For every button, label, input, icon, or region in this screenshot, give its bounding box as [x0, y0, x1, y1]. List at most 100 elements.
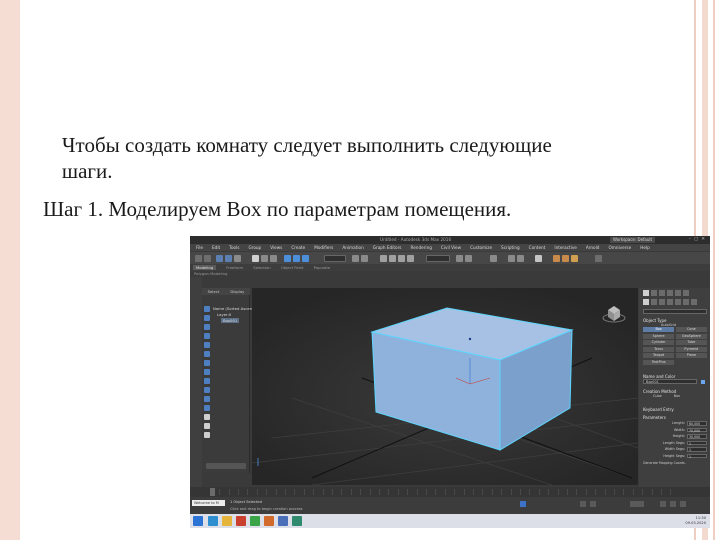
menu-views[interactable]: Views	[270, 245, 282, 250]
filter-frozen-icon[interactable]	[204, 396, 210, 402]
param-length-value[interactable]: 60,000	[687, 421, 707, 426]
3dsmax-taskbar-icon[interactable]	[292, 516, 302, 526]
filter-geometry-icon[interactable]	[204, 306, 210, 312]
word-icon[interactable]	[278, 516, 288, 526]
param-length-segs-value[interactable]: 1	[687, 440, 707, 445]
start-icon[interactable]	[193, 516, 203, 526]
pyramid-button[interactable]: Pyramid	[675, 346, 707, 352]
cameras-icon[interactable]	[667, 299, 673, 305]
lights-icon[interactable]	[659, 299, 665, 305]
menu-civil-view[interactable]: Civil View	[441, 245, 461, 250]
keyboard-entry-header[interactable]: Keyboard Entry	[643, 407, 707, 412]
reference-dropdown[interactable]	[324, 255, 346, 262]
filter-shapes-icon[interactable]	[204, 315, 210, 321]
percent-snap-icon[interactable]	[398, 255, 405, 262]
menu-group[interactable]: Group	[248, 245, 261, 250]
bind-spacewarp-icon[interactable]	[234, 255, 241, 262]
perspective-viewport[interactable]: [+] [Perspective ] [Standard ] [Default …	[252, 288, 638, 485]
cube-radio[interactable]: Cube	[653, 394, 662, 398]
menu-scripting[interactable]: Scripting	[501, 245, 520, 250]
menu-omniverse[interactable]: Omniverse	[608, 245, 631, 250]
tree-item-box[interactable]: Box001	[221, 318, 240, 323]
name-color-header[interactable]: Name and Color	[643, 374, 707, 379]
toolbar-extra-icon[interactable]	[595, 255, 602, 262]
menu-customize[interactable]: Customize	[470, 245, 492, 250]
tab-freeform[interactable]: Freeform	[226, 265, 243, 270]
geosphere-button[interactable]: GeoSphere	[675, 333, 707, 339]
ribbon-subtitle[interactable]: Polygon Modeling	[190, 271, 710, 277]
material-editor-icon[interactable]	[535, 255, 542, 262]
hierarchy-tab-icon[interactable]	[659, 290, 665, 296]
zoom-icon[interactable]	[660, 501, 666, 507]
tube-button[interactable]: Tube	[675, 340, 707, 345]
filter-groups-icon[interactable]	[204, 360, 210, 366]
plane-button[interactable]: Plane	[675, 353, 707, 358]
unlink-icon[interactable]	[225, 255, 232, 262]
menu-animation[interactable]: Animation	[342, 245, 363, 250]
redo-icon[interactable]	[204, 255, 211, 262]
media-icon[interactable]	[236, 516, 246, 526]
menu-create[interactable]: Create	[291, 245, 305, 250]
menu-file[interactable]: File	[196, 245, 203, 250]
sphere-button[interactable]: Sphere	[643, 333, 675, 339]
manipulate-icon[interactable]	[361, 255, 368, 262]
named-selection-dropdown[interactable]	[426, 255, 450, 262]
scale-icon[interactable]	[302, 255, 309, 262]
pivot-icon[interactable]	[352, 255, 359, 262]
time-slider-thumb[interactable]	[210, 488, 215, 496]
box-radio[interactable]: Box	[674, 394, 680, 398]
pan-icon[interactable]	[670, 501, 676, 507]
ie-icon[interactable]	[208, 516, 218, 526]
schematic-view-icon[interactable]	[517, 255, 524, 262]
torus-button[interactable]: Torus	[643, 346, 675, 352]
geometry-icon[interactable]	[643, 299, 649, 305]
create-tab-icon[interactable]	[643, 290, 649, 296]
filter-lights-icon[interactable]	[204, 324, 210, 330]
menu-graph-editors[interactable]: Graph Editors	[373, 245, 402, 250]
shapes-icon[interactable]	[651, 299, 657, 305]
spacewarps-icon[interactable]	[683, 299, 689, 305]
filter-containers-icon[interactable]	[204, 387, 210, 393]
orbit-icon[interactable]	[680, 501, 686, 507]
angle-snap-icon[interactable]	[389, 255, 396, 262]
link-icon[interactable]	[216, 255, 223, 262]
param-height-value[interactable]: 30,000	[687, 434, 707, 439]
param-height-segs-value[interactable]: 1	[687, 453, 707, 458]
tab-modeling[interactable]: Modeling	[193, 265, 217, 270]
maxscript-listener[interactable]: Welcome to M	[192, 500, 225, 506]
rotate-icon[interactable]	[293, 255, 300, 262]
menu-help[interactable]: Help	[640, 245, 650, 250]
param-width-value[interactable]: 70,000	[687, 427, 707, 432]
filter-none-icon[interactable]	[204, 423, 210, 429]
box-button[interactable]: Box	[643, 327, 675, 332]
play-button-icon[interactable]	[580, 501, 586, 507]
primitive-type-dropdown[interactable]	[643, 309, 707, 314]
window-controls[interactable]: –▢✕	[689, 237, 708, 242]
filter-helpers-icon[interactable]	[204, 342, 210, 348]
filter-xrefs-icon[interactable]	[204, 369, 210, 375]
tab-populate[interactable]: Populate	[314, 265, 331, 270]
spinner-snap-icon[interactable]	[407, 255, 414, 262]
undo-icon[interactable]	[195, 255, 202, 262]
explorer-icon[interactable]	[222, 516, 232, 526]
mirror-icon[interactable]	[456, 255, 463, 262]
rect-selection-icon[interactable]	[270, 255, 277, 262]
utilities-tab-icon[interactable]	[683, 290, 689, 296]
next-frame-icon[interactable]	[590, 501, 596, 507]
align-icon[interactable]	[465, 255, 472, 262]
modify-tab-icon[interactable]	[651, 290, 657, 296]
menu-interactive[interactable]: Interactive	[554, 245, 577, 250]
menu-arnold[interactable]: Arnold	[586, 245, 600, 250]
filter-cameras-icon[interactable]	[204, 333, 210, 339]
motion-tab-icon[interactable]	[667, 290, 673, 296]
tab-select[interactable]: Select	[208, 288, 220, 295]
param-width-segs-value[interactable]: 1	[687, 447, 707, 452]
filter-spacewarps-icon[interactable]	[204, 351, 210, 357]
select-by-name-icon[interactable]	[261, 255, 268, 262]
cone-button[interactable]: Cone	[675, 327, 707, 332]
render-frame-icon[interactable]	[562, 255, 569, 262]
tab-selection[interactable]: Selection	[253, 265, 271, 270]
chrome-icon[interactable]	[250, 516, 260, 526]
helpers-icon[interactable]	[675, 299, 681, 305]
object-color-swatch[interactable]	[701, 380, 705, 384]
